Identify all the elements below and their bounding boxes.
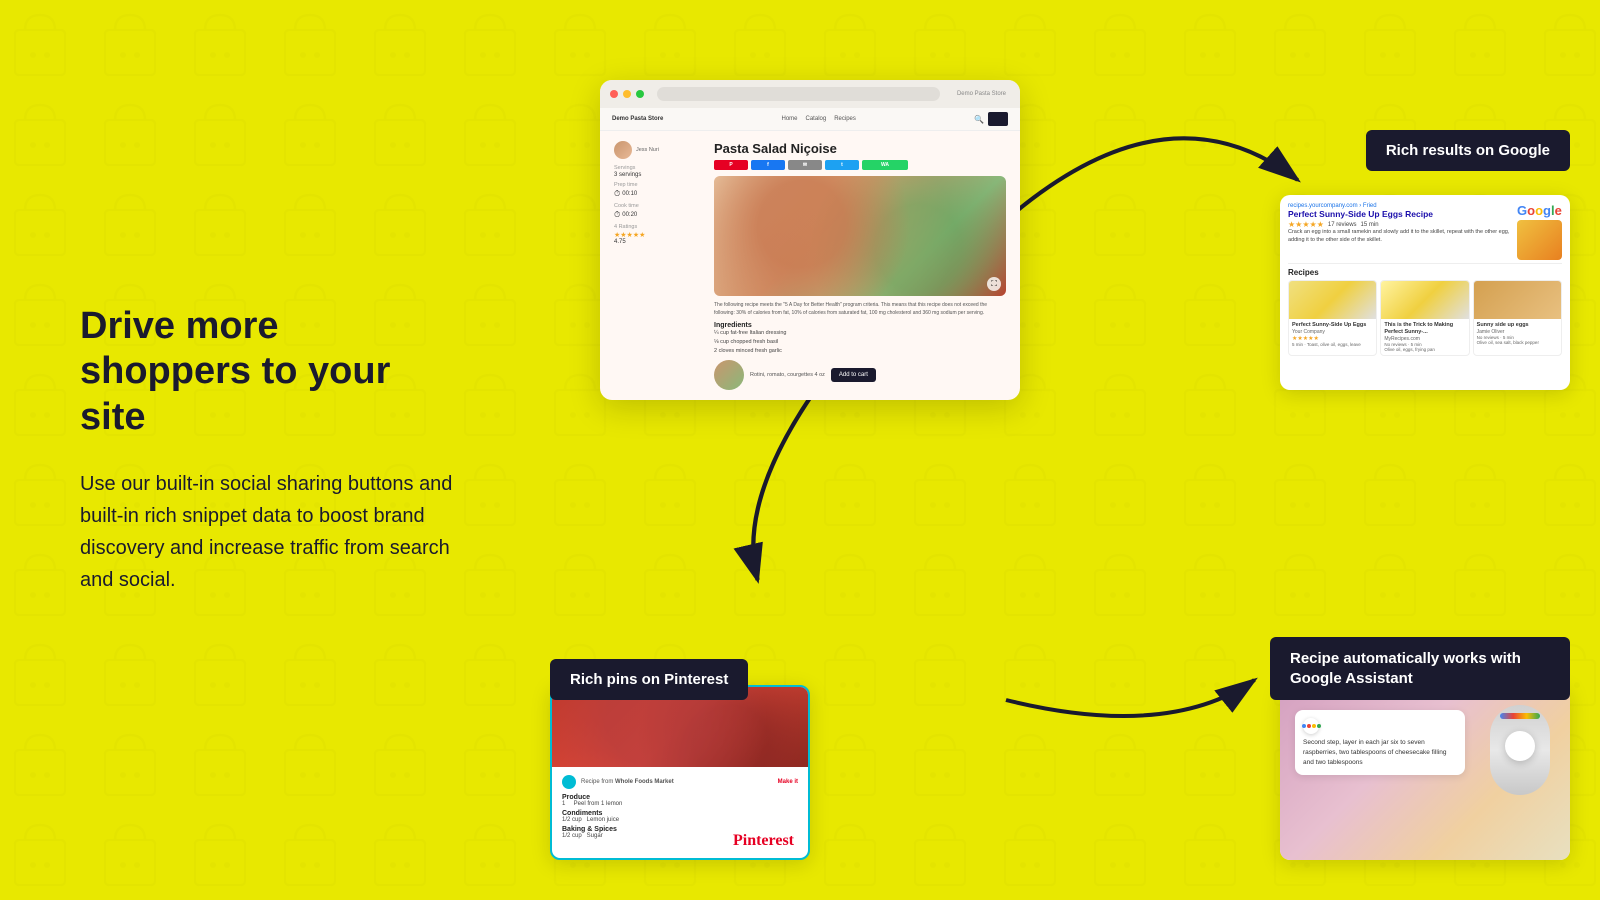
pinterest-from: Recipe from Whole Foods Market Make it bbox=[562, 775, 798, 789]
ingredient-note: Rotini, romato, courgettes 4 oz bbox=[750, 372, 825, 378]
prep-label: Prep time bbox=[614, 182, 704, 188]
google-logo: Google bbox=[1517, 203, 1562, 218]
pinterest-condiments-title: Condiments bbox=[562, 810, 798, 817]
pinterest-produce-title: Produce bbox=[562, 794, 798, 801]
browser-mockup: Demo Pasta Store Demo Pasta Store Home C… bbox=[600, 80, 1020, 400]
food-image: ⛶ bbox=[714, 176, 1006, 296]
pinterest-condiments-item: 1/2 cup Lemon juice bbox=[562, 817, 798, 823]
recipe-card-img-2 bbox=[1381, 281, 1468, 319]
headline: Drive more shoppers to your site bbox=[80, 304, 460, 441]
google-result-title: Perfect Sunny-Side Up Eggs Recipe bbox=[1288, 209, 1513, 220]
browser-content: Jess Nuri Servings 3 servings Prep time … bbox=[600, 131, 1020, 400]
recipe-card-title-1: Perfect Sunny-Side Up Eggs bbox=[1292, 322, 1373, 329]
ingredients-title: Ingredients bbox=[714, 322, 1006, 329]
recipe-card-tags-3: Olive oil, sea salt, black pepper bbox=[1477, 340, 1558, 345]
assistant-device bbox=[1490, 705, 1550, 795]
nav-home: Home bbox=[782, 116, 798, 122]
assistant-card: Second step, layer in each jar six to se… bbox=[1280, 685, 1570, 860]
pinterest-produce-item: 1 Peel from 1 lemon bbox=[562, 801, 798, 807]
prep-value: ⏱ 00:10 bbox=[614, 189, 704, 199]
google-recipe-card-3: Sunny side up eggs Jamie Oliver No revie… bbox=[1473, 280, 1562, 356]
ingredient-2: ⅛ cup chopped fresh basil bbox=[714, 338, 1006, 347]
left-panel: Drive more shoppers to your site Use our… bbox=[0, 244, 520, 657]
email-btn[interactable]: ✉ bbox=[788, 160, 822, 170]
cook-label: Cook time bbox=[614, 203, 704, 209]
servings-label: Servings bbox=[614, 165, 704, 171]
pinterest-from-icon bbox=[562, 775, 576, 789]
recipe-card-title-3: Sunny side up eggs bbox=[1477, 322, 1558, 329]
recipe-card-meta-1: 5 min · Toast, olive oil, eggs, leave bbox=[1292, 342, 1373, 347]
recipe-right-col: Pasta Salad Niçoise P f ✉ t WA ⛶ The fol… bbox=[714, 141, 1006, 390]
google-result-img bbox=[1517, 220, 1562, 260]
twitter-btn[interactable]: t bbox=[825, 160, 859, 170]
pinterest-btn[interactable]: P bbox=[714, 160, 748, 170]
google-recipe-card-1: Perfect Sunny-Side Up Eggs Your Company … bbox=[1288, 280, 1377, 356]
ingredient-3: 2 cloves minced fresh garlic bbox=[714, 347, 1006, 356]
pinterest-produce-section: Produce 1 Peel from 1 lemon bbox=[562, 794, 798, 807]
rating-value: 4.75 bbox=[614, 239, 704, 245]
google-rich-label: Rich results on Google bbox=[1366, 130, 1570, 171]
browser-bar: Demo Pasta Store bbox=[600, 80, 1020, 108]
assistant-label: Recipe automatically works with Google A… bbox=[1270, 637, 1570, 700]
recipe-card-tags-2: Olive oil, eggs, frying pan bbox=[1384, 347, 1465, 352]
google-rating-count: 17 reviews bbox=[1328, 222, 1357, 228]
assistant-bubble-text: Second step, layer in each jar six to se… bbox=[1303, 738, 1457, 767]
content-wrapper: Drive more shoppers to your site Use our… bbox=[0, 0, 1600, 900]
assistant-icon-row bbox=[1303, 718, 1457, 734]
assistant-label-text: Recipe automatically works with Google A… bbox=[1290, 650, 1521, 687]
browser-nav: Demo Pasta Store Home Catalog Recipes 🔍 bbox=[600, 108, 1020, 131]
recipe-card-img-1 bbox=[1289, 281, 1376, 319]
servings-value: 3 servings bbox=[614, 172, 704, 178]
pinterest-make-it[interactable]: Make it bbox=[778, 779, 798, 785]
pinterest-from-label: Recipe from Whole Foods Market bbox=[581, 779, 674, 785]
add-to-cart-row: Rotini, romato, courgettes 4 oz Add to c… bbox=[714, 360, 1006, 390]
author-avatar bbox=[614, 141, 632, 159]
google-desc: Crack an egg into a small ramekin and sl… bbox=[1288, 229, 1513, 244]
add-to-cart-btn[interactable]: Add to cart bbox=[831, 368, 876, 382]
star-rating: ★★★★★ bbox=[614, 231, 704, 239]
facebook-btn[interactable]: f bbox=[751, 160, 785, 170]
browser-dot-green bbox=[636, 90, 644, 98]
social-buttons: P f ✉ t WA bbox=[714, 160, 1006, 170]
pinterest-label-text: Rich pins on Pinterest bbox=[570, 671, 728, 688]
author-name: Jess Nuri bbox=[636, 147, 659, 153]
google-recipe-card-2: This is the Trick to Making Perfect Sunn… bbox=[1380, 280, 1469, 356]
nav-store: Demo Pasta Store bbox=[612, 116, 663, 122]
whatsapp-btn[interactable]: WA bbox=[862, 160, 908, 170]
body-text: Use our built-in social sharing buttons … bbox=[80, 468, 460, 596]
ingredient-img bbox=[714, 360, 744, 390]
recipe-description: The following recipe meets the "5 A Day … bbox=[714, 302, 1006, 317]
store-name: Demo Pasta Store bbox=[953, 91, 1010, 97]
pinterest-label: Rich pins on Pinterest bbox=[550, 659, 748, 700]
recipes-label: Recipes bbox=[1288, 268, 1562, 277]
nav-cart[interactable] bbox=[988, 112, 1008, 126]
assistant-icon bbox=[1303, 718, 1319, 734]
ingredient-1: ¼ cup fat-free Italian dressing bbox=[714, 329, 1006, 338]
expand-icon[interactable]: ⛶ bbox=[987, 277, 1001, 291]
recipe-left-col: Jess Nuri Servings 3 servings Prep time … bbox=[614, 141, 704, 390]
recipe-card-img-3 bbox=[1474, 281, 1561, 319]
pinterest-condiments-section: Condiments 1/2 cup Lemon juice bbox=[562, 810, 798, 823]
google-rich-label-text: Rich results on Google bbox=[1386, 142, 1550, 159]
recipe-title: Pasta Salad Niçoise bbox=[714, 141, 1006, 156]
nav-catalog: Catalog bbox=[806, 116, 827, 122]
browser-dot-yellow bbox=[623, 90, 631, 98]
nav-recipes: Recipes bbox=[834, 116, 856, 122]
pinterest-card: Recipe from Whole Foods Market Make it P… bbox=[550, 685, 810, 860]
google-stars: ★★★★★ bbox=[1288, 220, 1324, 229]
diagram-area: Demo Pasta Store Demo Pasta Store Home C… bbox=[520, 0, 1600, 900]
nav-search-icon[interactable]: 🔍 bbox=[974, 115, 984, 124]
recipe-card-stars-1: ★★★★★ bbox=[1292, 335, 1373, 342]
google-card: recipes.yourcompany.com › Fried Perfect … bbox=[1280, 195, 1570, 390]
google-recipe-cards: Perfect Sunny-Side Up Eggs Your Company … bbox=[1288, 280, 1562, 356]
ratings-label: 4 Ratings bbox=[614, 224, 704, 230]
google-time: 15 min bbox=[1361, 222, 1379, 228]
cook-value: ⏱ 00:20 bbox=[614, 210, 704, 220]
assistant-speech-bubble: Second step, layer in each jar six to se… bbox=[1295, 710, 1465, 775]
recipe-card-title-2: This is the Trick to Making Perfect Sunn… bbox=[1384, 322, 1465, 336]
browser-dot-red bbox=[610, 90, 618, 98]
pinterest-logo: Pinterest bbox=[733, 832, 794, 850]
